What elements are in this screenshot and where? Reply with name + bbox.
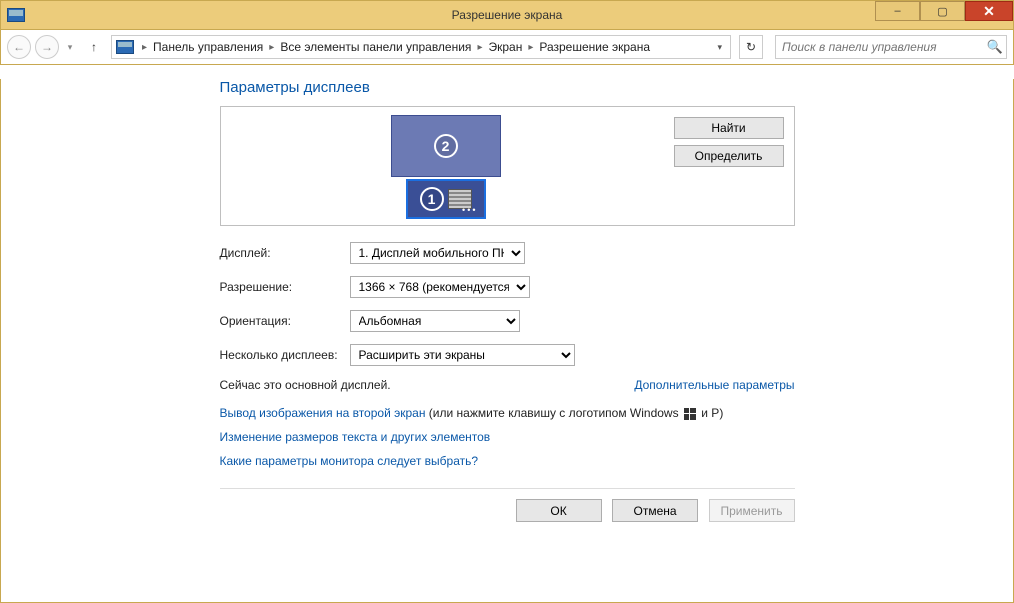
help-link[interactable]: Какие параметры монитора следует выбрать… — [220, 454, 479, 468]
breadcrumb[interactable]: ▸ Панель управления ▸ Все элементы панел… — [111, 35, 731, 59]
minimize-button[interactable]: – — [875, 1, 920, 21]
display-select[interactable]: 1. Дисплей мобильного ПК — [350, 242, 525, 264]
monitor-1-selected[interactable]: 1 ••• — [406, 179, 486, 219]
window-controls: – ▢ ✕ — [875, 1, 1013, 29]
breadcrumb-sep: ▸ — [477, 42, 482, 53]
monitor-canvas[interactable]: 2 1 ••• — [221, 107, 664, 225]
orientation-select[interactable]: Альбомная — [350, 310, 520, 332]
text-size-link[interactable]: Изменение размеров текста и других элеме… — [220, 430, 491, 444]
refresh-button[interactable]: ↻ — [739, 35, 763, 59]
apply-button[interactable]: Применить — [709, 499, 795, 522]
breadcrumb-item[interactable]: Панель управления — [151, 40, 265, 54]
page-heading: Параметры дисплеев — [220, 79, 795, 96]
breadcrumb-sep: ▸ — [528, 42, 533, 53]
title-bar: Разрешение экрана – ▢ ✕ — [0, 0, 1014, 30]
app-icon — [7, 8, 25, 22]
maximize-button[interactable]: ▢ — [920, 1, 965, 21]
search-icon[interactable]: 🔍 — [984, 39, 1006, 55]
close-icon: ✕ — [983, 3, 995, 20]
orientation-label: Ориентация: — [220, 314, 350, 328]
project-link-row: Вывод изображения на второй экран (или н… — [220, 406, 795, 420]
primary-display-text: Сейчас это основной дисплей. — [220, 378, 391, 392]
monitor-number: 1 — [420, 187, 444, 211]
multi-display-select[interactable]: Расширить эти экраны — [350, 344, 575, 366]
breadcrumb-item[interactable]: Экран — [486, 40, 524, 54]
minimize-icon: – — [894, 5, 900, 17]
multi-display-label: Несколько дисплеев: — [220, 348, 350, 362]
windows-logo-icon — [684, 408, 696, 420]
close-button[interactable]: ✕ — [965, 1, 1013, 21]
project-link[interactable]: Вывод изображения на второй экран — [220, 406, 426, 420]
detect-button[interactable]: Найти — [674, 117, 784, 139]
forward-button[interactable]: → — [35, 35, 59, 59]
advanced-settings-link[interactable]: Дополнительные параметры — [634, 378, 794, 392]
refresh-icon: ↻ — [746, 40, 756, 54]
identify-button[interactable]: Определить — [674, 145, 784, 167]
history-dropdown[interactable]: ▾ — [63, 38, 77, 56]
dialog-buttons: ОК Отмена Применить — [220, 488, 795, 522]
window-title: Разрешение экрана — [1, 8, 1013, 22]
search-box[interactable]: 🔍 — [775, 35, 1007, 59]
monitor-2[interactable]: 2 — [391, 115, 501, 177]
up-button[interactable]: ↑ — [85, 40, 103, 54]
content-area: Параметры дисплеев 2 1 ••• Найти Определ… — [0, 79, 1014, 603]
nav-toolbar: ← → ▾ ↑ ▸ Панель управления ▸ Все элемен… — [0, 30, 1014, 65]
project-suffix-after: и P) — [698, 406, 723, 420]
resolution-select[interactable]: 1366 × 768 (рекомендуется) — [350, 276, 530, 298]
breadcrumb-item[interactable]: Все элементы панели управления — [278, 40, 473, 54]
monitor-number: 2 — [434, 134, 458, 158]
arrow-up-icon: ↑ — [91, 40, 97, 54]
breadcrumb-sep: ▸ — [142, 42, 147, 53]
monitor-icon — [116, 40, 134, 54]
project-suffix-before: (или нажмите клавишу с логотипом Windows — [425, 406, 681, 420]
breadcrumb-sep: ▸ — [269, 42, 274, 53]
resize-grip-icon: ••• — [462, 205, 477, 215]
chevron-down-icon: ▾ — [68, 42, 73, 53]
cancel-button[interactable]: Отмена — [612, 499, 698, 522]
breadcrumb-item[interactable]: Разрешение экрана — [537, 40, 652, 54]
search-input[interactable] — [776, 40, 984, 54]
resolution-label: Разрешение: — [220, 280, 350, 294]
arrow-left-icon: ← — [13, 40, 25, 54]
display-arranger[interactable]: 2 1 ••• Найти Определить — [220, 106, 795, 226]
back-button[interactable]: ← — [7, 35, 31, 59]
arrow-right-icon: → — [41, 40, 53, 54]
ok-button[interactable]: ОК — [516, 499, 602, 522]
maximize-icon: ▢ — [937, 5, 947, 18]
display-label: Дисплей: — [220, 246, 350, 260]
breadcrumb-dropdown[interactable]: ▾ — [713, 42, 726, 53]
